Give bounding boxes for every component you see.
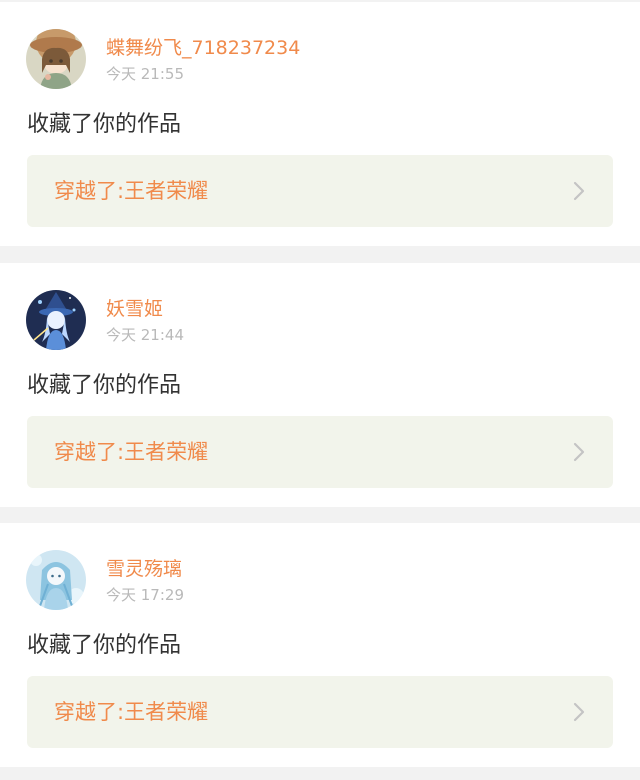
notification-card: 雪灵殇璃 今天 17:29 收藏了你的作品 穿越了:王者荣耀 <box>0 523 640 767</box>
action-text: 收藏了你的作品 <box>27 112 182 137</box>
work-link[interactable]: 穿越了:王者荣耀 <box>27 155 613 227</box>
avatar-blue-mage-icon <box>26 290 86 350</box>
avatar-girl-hat-icon <box>26 29 86 89</box>
work-title: 穿越了:王者荣耀 <box>54 440 209 464</box>
timestamp: 今天 17:29 <box>106 586 184 604</box>
chevron-right-icon <box>571 702 587 722</box>
notification-card: 蝶舞纷飞_718237234 今天 21:55 收藏了你的作品 穿越了:王者荣耀 <box>0 2 640 246</box>
avatar[interactable] <box>26 29 86 89</box>
avatar[interactable] <box>26 550 86 610</box>
username[interactable]: 蝶舞纷飞_718237234 <box>106 36 300 60</box>
username[interactable]: 妖雪姬 <box>106 297 163 321</box>
work-link[interactable]: 穿越了:王者荣耀 <box>27 416 613 488</box>
work-title: 穿越了:王者荣耀 <box>54 700 209 724</box>
timestamp: 今天 21:44 <box>106 326 184 344</box>
chevron-right-icon <box>571 442 587 462</box>
work-link[interactable]: 穿越了:王者荣耀 <box>27 676 613 748</box>
action-text: 收藏了你的作品 <box>27 633 182 658</box>
avatar-ice-girl-icon <box>26 550 86 610</box>
notification-feed: 蝶舞纷飞_718237234 今天 21:55 收藏了你的作品 穿越了:王者荣耀 <box>0 0 640 780</box>
work-title: 穿越了:王者荣耀 <box>54 179 209 203</box>
chevron-right-icon <box>571 181 587 201</box>
timestamp: 今天 21:55 <box>106 65 184 83</box>
avatar[interactable] <box>26 290 86 350</box>
notification-card: 妖雪姬 今天 21:44 收藏了你的作品 穿越了:王者荣耀 <box>0 263 640 507</box>
username[interactable]: 雪灵殇璃 <box>106 557 182 581</box>
action-text: 收藏了你的作品 <box>27 373 182 398</box>
